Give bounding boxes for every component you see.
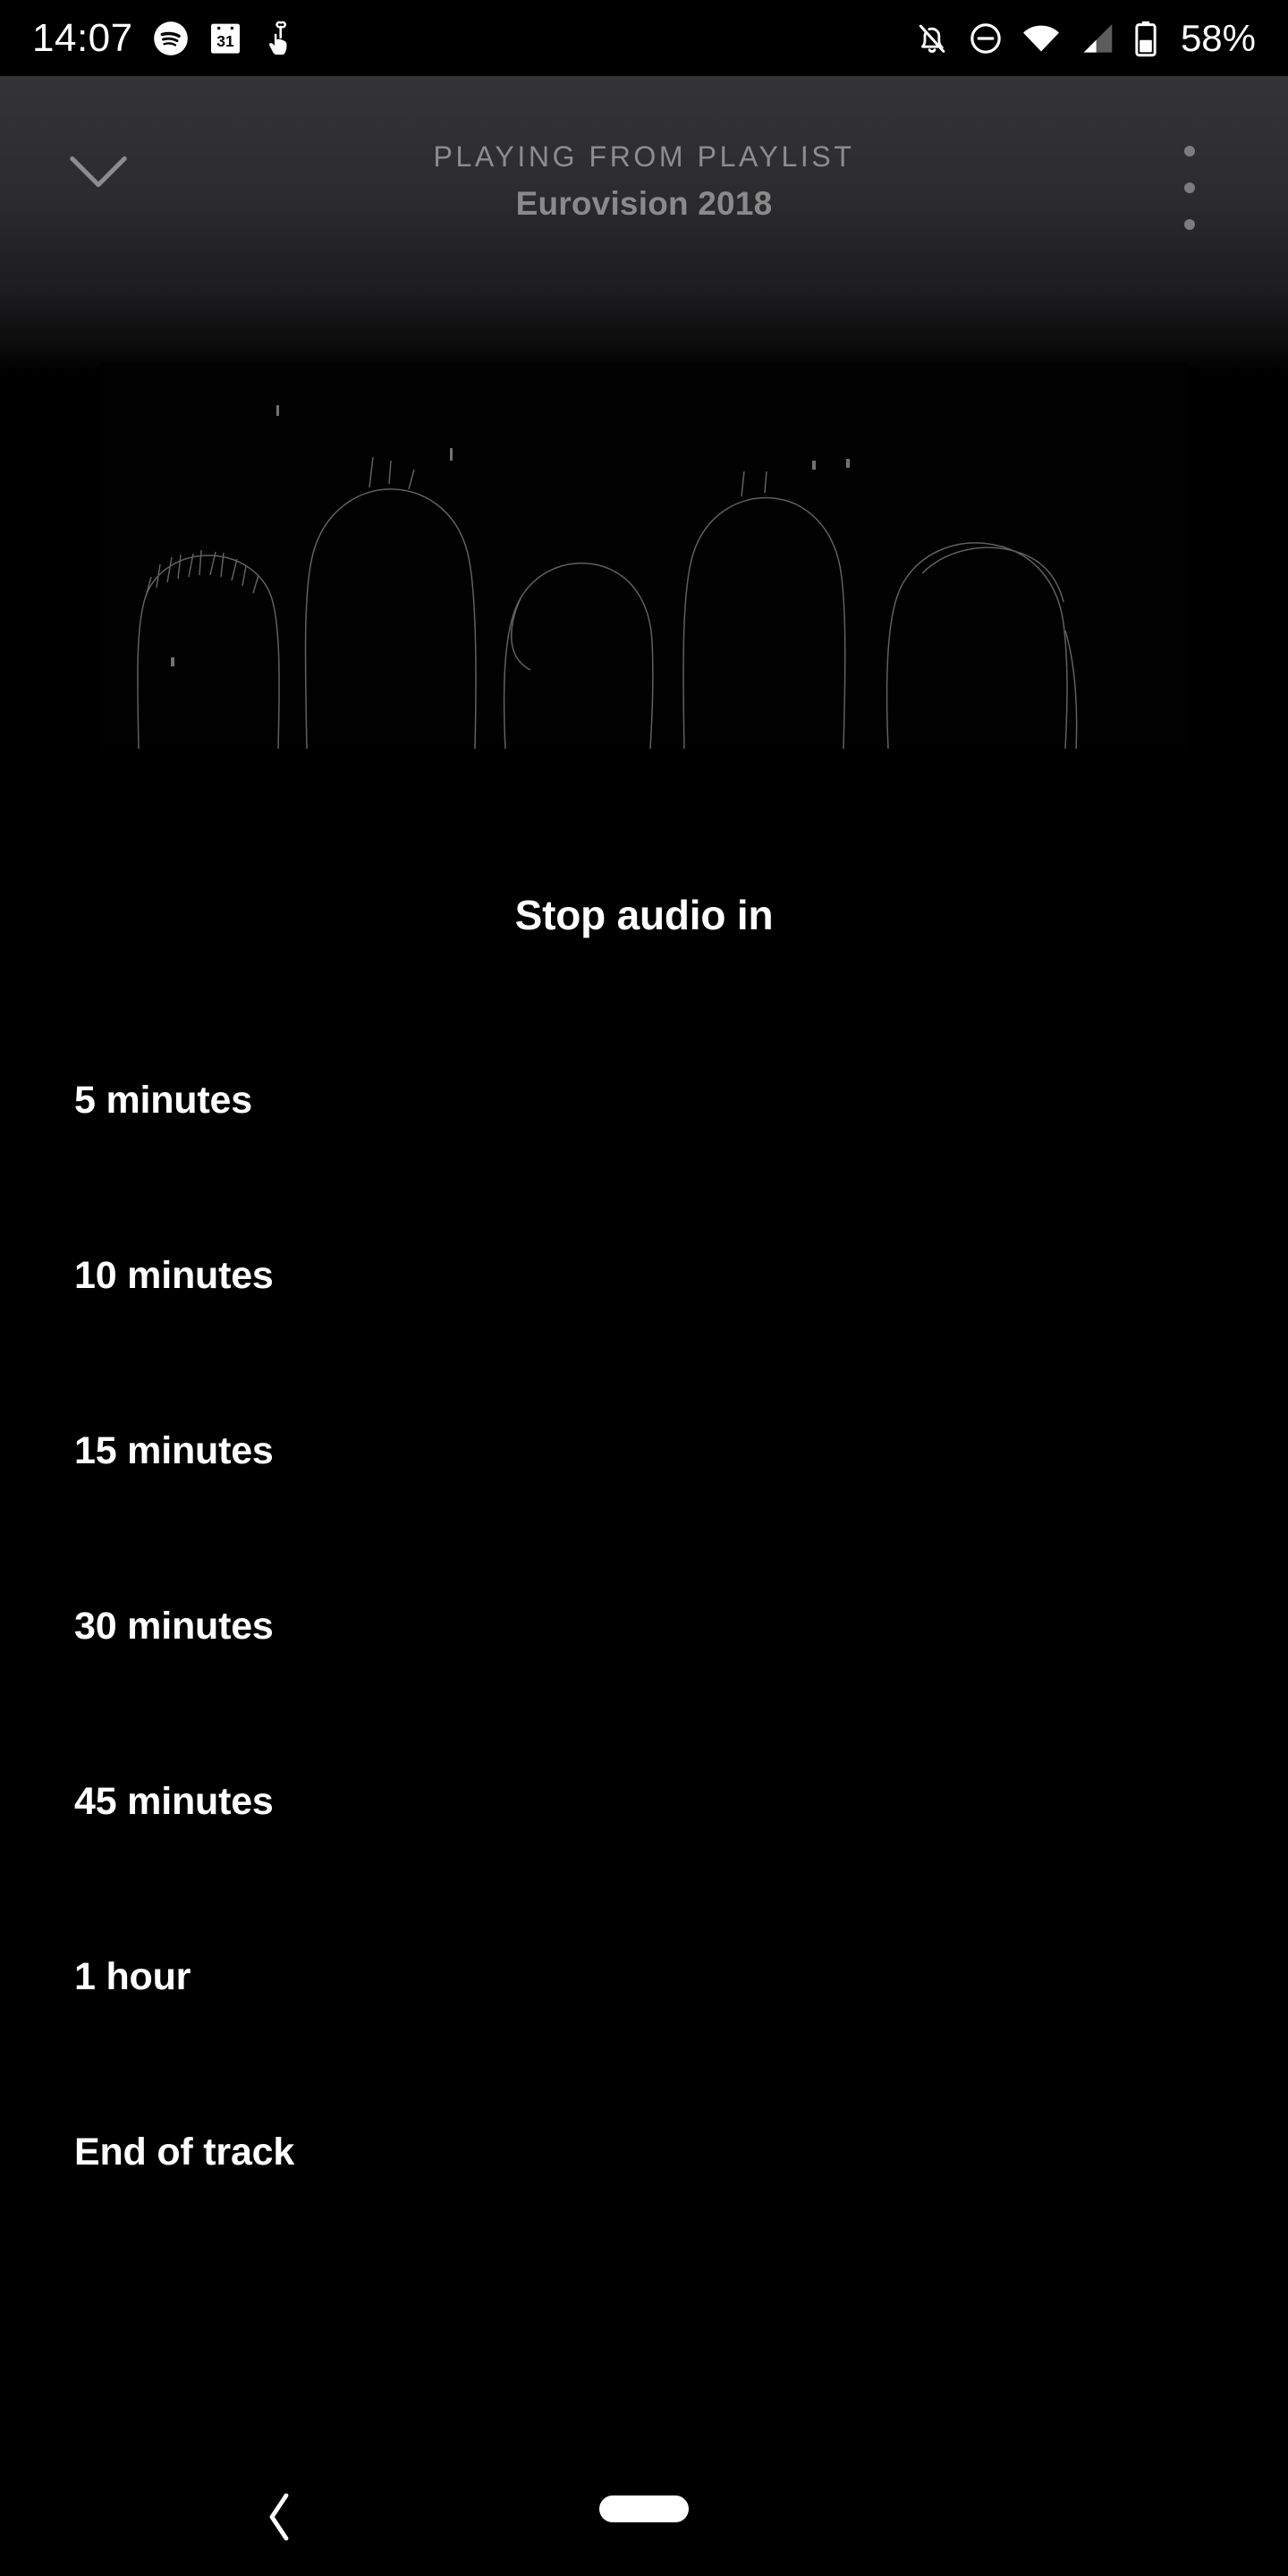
dot: [1184, 219, 1195, 230]
sleep-timer-sheet: Stop audio in 5 minutes 10 minutes 15 mi…: [0, 769, 1288, 2451]
status-bar-left: 14:07 31: [32, 15, 292, 60]
album-art[interactable]: [101, 362, 1189, 749]
sleep-timer-option-list: 5 minutes 10 minutes 15 minutes 30 minut…: [0, 1013, 1288, 2240]
home-pill-icon[interactable]: [599, 2496, 689, 2522]
sleep-timer-option-1-hour[interactable]: 1 hour: [0, 1889, 1288, 2064]
option-label: 45 minutes: [74, 1779, 274, 1823]
more-vertical-icon[interactable]: [1158, 139, 1221, 237]
sleep-timer-option-end-of-track[interactable]: End of track: [0, 2064, 1288, 2240]
wifi-icon: [1021, 21, 1061, 55]
dot: [1184, 182, 1195, 193]
phone-screen: 14:07 31 58% PLAYING FROM PLAYLIST Eurov…: [0, 0, 1288, 2576]
option-label: End of track: [74, 2130, 295, 2174]
sleep-timer-option-15-minutes[interactable]: 15 minutes: [0, 1363, 1288, 1538]
calendar-31-icon: 31: [208, 21, 242, 56]
album-art-image: [101, 362, 1189, 749]
sleep-timer-option-45-minutes[interactable]: 45 minutes: [0, 1714, 1288, 1889]
svg-text:31: 31: [216, 32, 234, 50]
sleep-timer-option-5-minutes[interactable]: 5 minutes: [0, 1013, 1288, 1188]
chevron-left-icon[interactable]: [243, 2490, 315, 2544]
status-bar: 14:07 31 58%: [0, 0, 1288, 76]
status-bar-clock: 14:07: [32, 15, 133, 60]
sleep-timer-option-30-minutes[interactable]: 30 minutes: [0, 1538, 1288, 1714]
cellular-signal-icon: [1079, 21, 1114, 55]
battery-icon: [1132, 20, 1159, 57]
status-bar-right: 58%: [914, 16, 1256, 59]
now-playing-header: PLAYING FROM PLAYLIST Eurovision 2018: [0, 76, 1288, 255]
option-label: 10 minutes: [74, 1253, 274, 1297]
battery-percent-label: 58%: [1180, 16, 1256, 59]
header-text-group: PLAYING FROM PLAYLIST Eurovision 2018: [0, 76, 1288, 220]
notifications-off-icon: [914, 21, 950, 56]
sleep-timer-option-10-minutes[interactable]: 10 minutes: [0, 1188, 1288, 1363]
sheet-title: Stop audio in: [514, 892, 774, 938]
option-label: 30 minutes: [74, 1604, 274, 1648]
spotify-icon: [153, 21, 189, 56]
reminder-hand-icon: [262, 20, 292, 57]
do-not-disturb-icon: [968, 21, 1004, 56]
dot: [1184, 146, 1195, 157]
playlist-name-label: Eurovision 2018: [515, 185, 773, 222]
playing-from-label: PLAYING FROM PLAYLIST: [433, 140, 855, 173]
chevron-down-icon[interactable]: [63, 146, 134, 199]
option-label: 15 minutes: [74, 1428, 274, 1472]
option-label: 1 hour: [74, 1954, 191, 1998]
option-label: 5 minutes: [74, 1078, 252, 1122]
android-navigation-bar: [0, 2451, 1288, 2576]
